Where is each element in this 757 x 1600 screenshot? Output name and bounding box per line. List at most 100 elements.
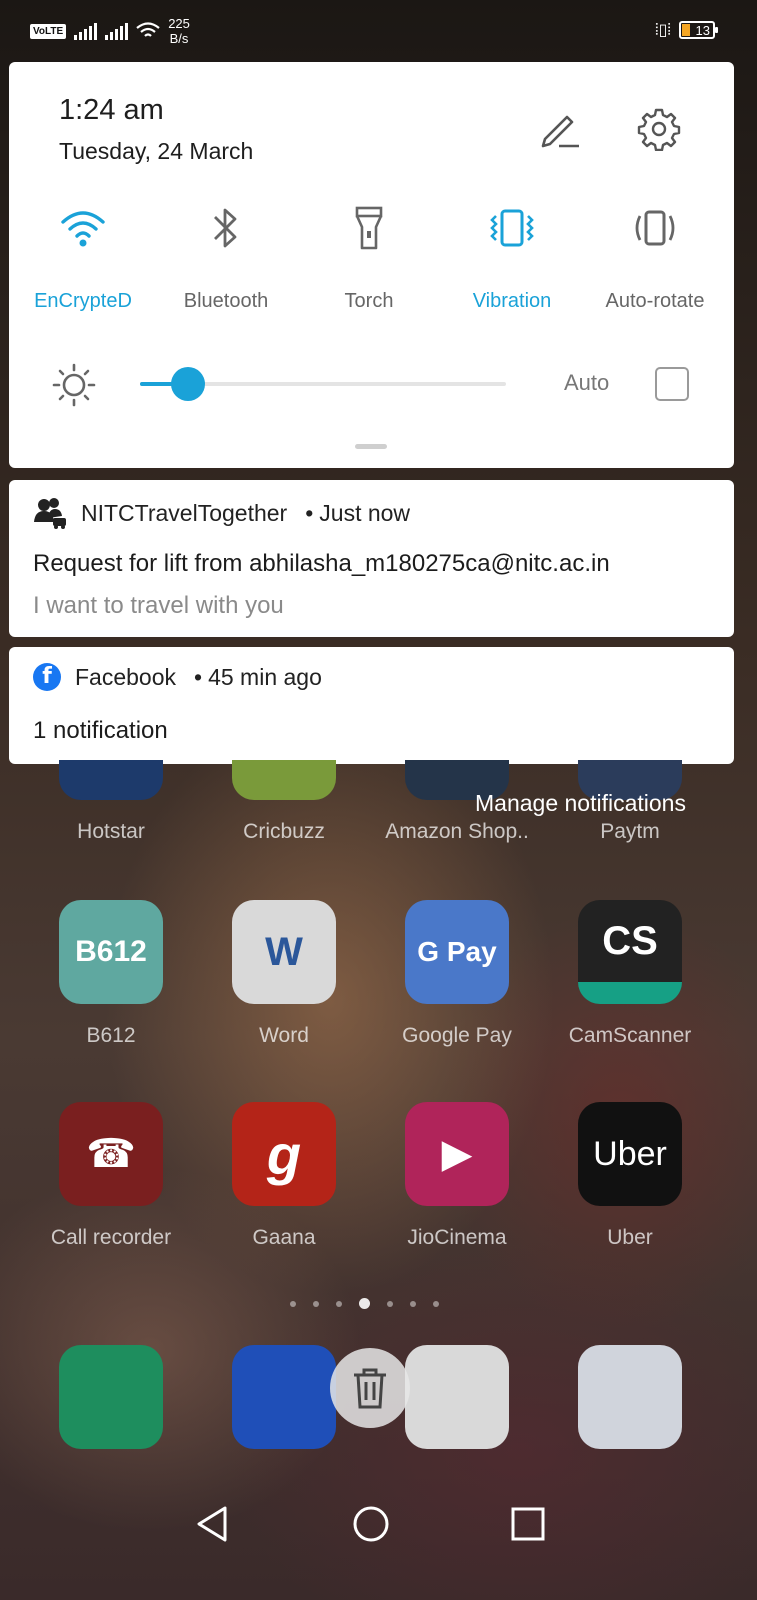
hotstar-icon (59, 760, 163, 800)
navigation-bar (0, 1480, 757, 1570)
clock-date[interactable]: Tuesday, 24 March (59, 138, 253, 165)
messages-icon[interactable] (232, 1345, 336, 1449)
app-name: Uber (607, 1226, 653, 1249)
vibration-status-icon: ⦙▯⦙ (655, 22, 671, 39)
tile-torch[interactable]: Torch (299, 202, 439, 313)
wifi-status-icon (136, 22, 160, 37)
back-icon[interactable] (192, 1504, 232, 1544)
tile-bluetooth[interactable]: Bluetooth (156, 202, 296, 313)
app-gaana[interactable]: g Gaana (209, 1102, 359, 1250)
tile-vibration[interactable]: Vibration (442, 202, 582, 313)
app-call-recorder[interactable]: ☎ Call recorder (36, 1102, 186, 1250)
quick-tiles: EnCrypteD Bluetooth Torch Vibration Auto… (9, 202, 734, 322)
tile-auto-rotate-label: Auto-rotate (605, 290, 705, 312)
signal-2-icon (105, 22, 129, 40)
battery-icon: 13 (679, 21, 718, 39)
app-name: Paytm (600, 820, 660, 843)
bluetooth-icon (214, 208, 237, 248)
auto-rotate-icon (635, 210, 675, 246)
recents-icon[interactable] (508, 1504, 548, 1544)
torch-icon (355, 206, 383, 250)
vibration-icon (490, 209, 534, 247)
app-google-pay[interactable]: G Pay Google Pay (382, 900, 532, 1048)
clear-all-button[interactable] (330, 1348, 410, 1428)
jiocinema-icon: ▶ (405, 1102, 509, 1206)
app-name: Hotstar (77, 820, 145, 843)
notification-header: f Facebook • 45 min ago (33, 663, 322, 691)
facebook-icon: f (33, 663, 61, 691)
notification-separator: • (305, 499, 314, 526)
signal-1-icon (74, 22, 98, 40)
auto-brightness-checkbox[interactable] (655, 367, 689, 401)
app-cricbuzz[interactable]: Cricbuzz (209, 760, 359, 844)
page-dot-current[interactable] (359, 1298, 370, 1309)
app-camscanner[interactable]: CS CamScanner (555, 900, 705, 1048)
app-name: Cricbuzz (243, 820, 325, 843)
app-name: JioCinema (407, 1226, 507, 1249)
b612-icon: B612 (59, 900, 163, 1004)
manage-notifications-link[interactable]: Manage notifications (475, 790, 686, 817)
page-dot[interactable] (313, 1300, 319, 1307)
page-indicator[interactable] (290, 1298, 439, 1309)
volte-badge: VoLTE (30, 23, 67, 39)
panel-drag-handle[interactable] (355, 444, 387, 449)
network-speed: 225 B/s (168, 16, 190, 46)
app-name: Word (259, 1024, 309, 1047)
app-hotstar[interactable]: Hotstar (36, 760, 186, 844)
pencil-icon[interactable] (539, 109, 581, 149)
app-jiocinema[interactable]: ▶ JioCinema (382, 1102, 532, 1250)
home-icon[interactable] (351, 1504, 391, 1544)
app-b612[interactable]: B612 B612 (36, 900, 186, 1048)
brightness-thumb[interactable] (171, 367, 205, 401)
brightness-slider[interactable] (140, 367, 506, 401)
page-dot[interactable] (433, 1300, 439, 1307)
word-icon: W (232, 900, 336, 1004)
app-name: B612 (86, 1024, 136, 1047)
tile-vibration-label: Vibration (472, 290, 552, 312)
network-speed-unit: B/s (169, 31, 189, 46)
page-dot[interactable] (290, 1300, 296, 1307)
cricbuzz-icon (232, 760, 336, 800)
app-word[interactable]: W Word (209, 900, 359, 1048)
notification-facebook[interactable]: f Facebook • 45 min ago 1 notification (9, 647, 734, 764)
notification-nitc-travel[interactable]: NITCTravelTogether • Just now Request fo… (9, 480, 734, 637)
notification-app-name: NITCTravelTogether (81, 499, 288, 526)
wifi-icon (61, 211, 105, 247)
app-name: Call recorder (50, 1226, 172, 1249)
tile-wifi-label: EnCrypteD (34, 290, 132, 312)
page-dot[interactable] (336, 1300, 342, 1307)
notification-title: 1 notification (33, 717, 168, 744)
notification-time: Just now (319, 499, 411, 526)
app-name: Google Pay (402, 1024, 512, 1047)
tile-bluetooth-label: Bluetooth (183, 290, 269, 312)
app-uber[interactable]: Uber Uber (555, 1102, 705, 1250)
quick-settings-panel: 1:24 am Tuesday, 24 March EnCrypteD Blue… (9, 62, 734, 468)
app-name: CamScanner (568, 1024, 692, 1047)
notification-separator: • (194, 663, 203, 690)
page-dot[interactable] (387, 1300, 393, 1307)
page-dot[interactable] (410, 1300, 416, 1307)
phone-icon[interactable] (59, 1345, 163, 1449)
uber-icon: Uber (578, 1102, 682, 1206)
brightness-icon (52, 363, 96, 407)
travel-together-icon (34, 498, 66, 529)
gaana-icon: g (232, 1102, 336, 1206)
gear-icon[interactable] (637, 107, 681, 151)
camscanner-icon: CS (578, 900, 682, 1004)
app-name: Amazon Shop.. (385, 820, 529, 843)
tile-wifi[interactable]: EnCrypteD (13, 202, 153, 313)
app-name: Gaana (252, 1226, 316, 1249)
call-recorder-icon: ☎ (59, 1102, 163, 1206)
tile-auto-rotate[interactable]: Auto-rotate (585, 202, 725, 313)
notification-title: Request for lift from abhilasha_m180275c… (33, 550, 610, 577)
notification-app-name: Facebook (75, 663, 177, 690)
status-right: ⦙▯⦙ 13 (655, 20, 718, 40)
notification-time: 45 min ago (208, 663, 322, 690)
network-speed-value: 225 (168, 16, 190, 31)
chrome-icon[interactable] (405, 1345, 509, 1449)
status-left: VoLTE 225 B/s (30, 16, 190, 46)
trash-icon (354, 1368, 386, 1409)
clock-time[interactable]: 1:24 am (59, 94, 164, 127)
camera-icon[interactable] (578, 1345, 682, 1449)
google-pay-icon: G Pay (405, 900, 509, 1004)
